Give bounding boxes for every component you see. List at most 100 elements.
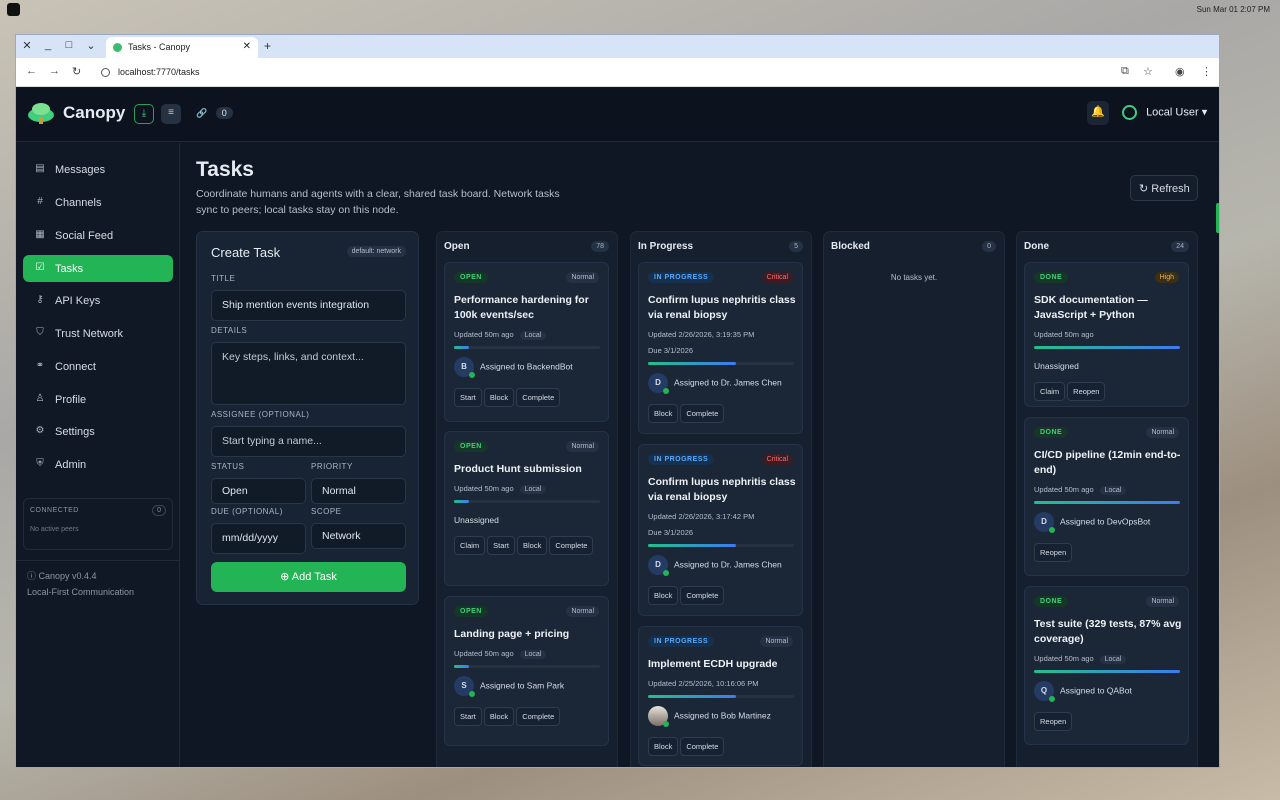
block-button[interactable]: Block — [517, 536, 548, 555]
sidebar-item-messages[interactable]: ▤ Messages — [23, 156, 173, 183]
menu-toggle-icon[interactable]: ≡ — [161, 104, 181, 124]
page-scrollbar[interactable] — [1216, 203, 1219, 233]
assignee-initial: Q — [1040, 686, 1048, 695]
reopen-button[interactable]: Reopen — [1034, 543, 1073, 562]
task-title[interactable]: Implement ECDH upgrade — [648, 657, 798, 672]
install-app-icon[interactable]: ⧉ — [1121, 65, 1129, 78]
task-title[interactable]: Performance hardening for 100k events/se… — [454, 293, 604, 323]
gear-icon: ⚙ — [35, 425, 45, 436]
task-card[interactable]: OPEN Normal Landing page + pricing Updated … — [444, 596, 609, 746]
close-window-icon[interactable]: ✕ — [19, 39, 35, 52]
sidebar-item-social-feed[interactable]: ▦ Social Feed — [23, 222, 173, 249]
assignee: D Assigned to DevOpsBot — [1034, 512, 1150, 533]
title-input[interactable]: Ship mention events integration — [211, 290, 406, 321]
new-tab-icon[interactable]: + — [264, 39, 271, 53]
task-card[interactable]: IN PROGRESS Critical Confirm lupus nephrit… — [638, 262, 803, 434]
details-textarea[interactable]: Key steps, links, and context... — [211, 342, 406, 405]
reload-icon[interactable]: ↻ — [72, 65, 81, 78]
minimize-window-icon[interactable]: _ — [40, 39, 56, 51]
tab-list-chevron-icon[interactable]: ⌄ — [83, 39, 99, 52]
priority-badge: Normal — [1146, 427, 1179, 438]
complete-button[interactable]: Complete — [680, 586, 725, 605]
task-title[interactable]: CI/CD pipeline (12min end-to-end) — [1034, 448, 1184, 478]
block-button[interactable]: Block — [648, 737, 679, 756]
profile-icon[interactable]: ◉ — [1175, 65, 1185, 78]
notification-bell-icon[interactable]: 🔔 — [1087, 101, 1109, 125]
task-card[interactable]: IN PROGRESS Normal Implement ECDH upgrade U… — [638, 626, 803, 766]
sidebar-item-label: Settings — [55, 426, 95, 438]
os-logo-icon[interactable] — [7, 3, 20, 16]
sidebar-item-settings[interactable]: ⚙ Settings — [23, 418, 173, 445]
progress-bar — [454, 346, 600, 349]
complete-button[interactable]: Complete — [516, 388, 561, 407]
claim-button[interactable]: Claim — [454, 536, 486, 555]
task-title[interactable]: Test suite (329 tests, 87% avg coverage) — [1034, 617, 1184, 647]
sidebar-item-channels[interactable]: # Channels — [23, 189, 173, 216]
close-tab-icon[interactable]: ✕ — [243, 41, 251, 52]
site-info-icon[interactable] — [101, 68, 110, 77]
reopen-button[interactable]: Reopen — [1034, 712, 1073, 731]
task-card[interactable]: OPEN Normal Product Hunt submission Updated… — [444, 431, 609, 586]
browser-menu-icon[interactable]: ⋮ — [1201, 65, 1212, 78]
progress-bar — [648, 362, 794, 365]
start-button[interactable]: Start — [454, 388, 482, 407]
sidebar-item-admin[interactable]: ⛨ Admin — [23, 451, 173, 478]
task-card[interactable]: DONE Normal CI/CD pipeline (12min end-to-e… — [1024, 417, 1189, 576]
status-label: STATUS — [211, 462, 245, 471]
task-updated: Updated 2/25/2026, 10:16:06 PM — [648, 679, 759, 688]
task-title[interactable]: Landing page + pricing — [454, 627, 604, 642]
reopen-button[interactable]: Reopen — [1067, 382, 1106, 401]
claim-button[interactable]: Claim — [1034, 382, 1066, 401]
complete-button[interactable]: Complete — [680, 404, 725, 423]
browser-tab[interactable]: Tasks - Canopy ✕ — [106, 37, 258, 58]
sidebar-item-trust-network[interactable]: ⛉ Trust Network — [23, 320, 173, 347]
task-title[interactable]: Confirm lupus nephritis class via renal … — [648, 475, 798, 505]
sidebar-item-api-keys[interactable]: ⚷ API Keys — [23, 287, 173, 314]
task-card[interactable]: OPEN Normal Performance hardening for 100k… — [444, 262, 609, 422]
complete-button[interactable]: Complete — [680, 737, 725, 756]
task-card[interactable]: DONE High SDK documentation — JavaScript +… — [1024, 262, 1189, 407]
add-task-button[interactable]: ⊕ Add Task — [211, 562, 406, 592]
maximize-window-icon[interactable]: □ — [61, 39, 77, 51]
block-button[interactable]: Block — [648, 404, 679, 423]
task-card[interactable]: IN PROGRESS Critical Confirm lupus nephrit… — [638, 444, 803, 616]
progress-bar — [648, 544, 794, 547]
back-icon[interactable]: ← — [26, 65, 37, 77]
due-date-input[interactable]: mm/dd/yyyy — [211, 523, 306, 554]
assignee: Unassigned — [1034, 361, 1079, 371]
start-button[interactable]: Start — [487, 536, 516, 555]
task-title[interactable]: SDK documentation — JavaScript + Python — [1034, 293, 1184, 323]
block-button[interactable]: Block — [483, 388, 515, 407]
sidebar-item-connect[interactable]: ⚭ Connect — [23, 353, 173, 380]
task-title[interactable]: Confirm lupus nephritis class via renal … — [648, 293, 798, 323]
download-icon[interactable]: ⤓ — [134, 104, 154, 124]
online-dot-icon — [469, 691, 475, 697]
bookmark-star-icon[interactable]: ☆ — [1143, 65, 1153, 78]
links-indicator[interactable]: 🔗 0 — [196, 107, 233, 119]
sidebar-item-label: API Keys — [55, 295, 101, 307]
scope-select[interactable]: Network — [311, 523, 406, 549]
user-menu[interactable]: Local User ▾ — [1122, 105, 1207, 120]
sidebar-item-profile[interactable]: ♙ Profile — [23, 386, 173, 413]
sidebar-item-label: Connect — [55, 361, 96, 373]
status-select[interactable]: Open — [211, 478, 306, 504]
task-title[interactable]: Product Hunt submission — [454, 462, 604, 477]
forward-icon[interactable]: → — [49, 65, 60, 77]
assignee-input[interactable]: Start typing a name... — [211, 426, 406, 457]
assignee: B Assigned to BackendBot — [454, 357, 573, 378]
block-button[interactable]: Block — [648, 586, 679, 605]
sidebar-item-tasks[interactable]: ☑ Tasks — [23, 255, 173, 282]
complete-button[interactable]: Complete — [549, 536, 594, 555]
complete-button[interactable]: Complete — [516, 707, 561, 726]
refresh-button[interactable]: ↻ Refresh — [1130, 175, 1198, 201]
url-field[interactable]: localhost:7770/tasks — [96, 63, 1106, 83]
progress-bar — [454, 665, 600, 668]
canopy-logo-icon — [28, 103, 54, 124]
start-button[interactable]: Start — [454, 707, 482, 726]
task-card[interactable]: DONE Normal Test suite (329 tests, 87% avg… — [1024, 586, 1189, 745]
scope-badge: Local — [1099, 486, 1127, 495]
default-scope-badge: default: network — [346, 246, 406, 257]
task-updated: Updated 2/26/2026, 3:19:35 PM — [648, 330, 754, 339]
block-button[interactable]: Block — [483, 707, 515, 726]
priority-select[interactable]: Normal — [311, 478, 406, 504]
